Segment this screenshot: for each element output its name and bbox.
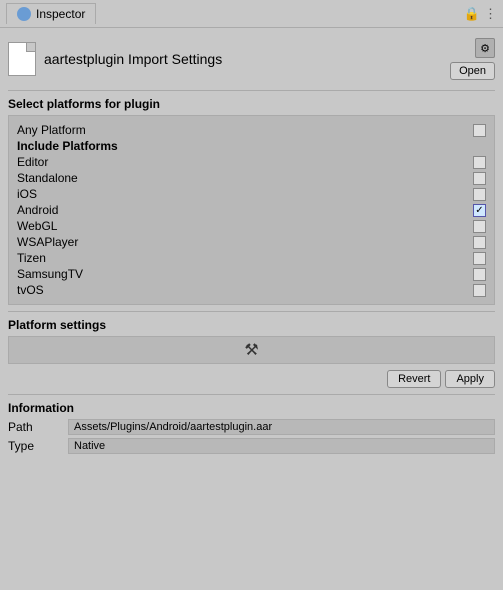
include-platforms-header: Include Platforms [17,138,486,154]
platform-row-android: Android ✓ [17,202,486,218]
any-platform-checkbox[interactable] [473,124,486,137]
info-value-path: Assets/Plugins/Android/aartestplugin.aar [68,419,495,435]
information-section: Information Path Assets/Plugins/Android/… [8,401,495,454]
platform-checkbox-samsungtv[interactable] [473,268,486,281]
platform-checkbox-wsaplayer[interactable] [473,236,486,249]
header-left: aartestplugin Import Settings [8,42,222,76]
platform-checkbox-editor[interactable] [473,156,486,169]
platform-label-samsungtv: SamsungTV [17,267,83,281]
revert-button[interactable]: Revert [387,370,441,388]
any-platform-row: Any Platform [17,122,486,138]
platform-checkbox-webgl[interactable] [473,220,486,233]
info-row-path: Path Assets/Plugins/Android/aartestplugi… [8,419,495,435]
platform-label-ios: iOS [17,187,37,201]
platform-row-wsaplayer: WSAPlayer [17,234,486,250]
main-panel: aartestplugin Import Settings ⚙ Open Sel… [0,28,503,463]
platform-checkbox-tizen[interactable] [473,252,486,265]
platform-row-webgl: WebGL [17,218,486,234]
info-value-type: Native [68,438,495,454]
info-key-type: Type [8,439,68,453]
platform-label-standalone: Standalone [17,171,78,185]
platform-row-tvos: tvOS [17,282,486,298]
platform-label-webgl: WebGL [17,219,57,233]
platform-checkbox-standalone[interactable] [473,172,486,185]
information-title: Information [8,401,495,415]
android-settings-icon: ⚒ [244,340,258,360]
any-platform-label: Any Platform [17,123,86,137]
platforms-section-title: Select platforms for plugin [8,97,495,111]
platform-label-tizen: Tizen [17,251,46,265]
platforms-divider [8,311,495,312]
include-platforms-label: Include Platforms [17,139,118,153]
unlock-icon[interactable]: ⋮ [484,6,497,22]
platforms-section: Select platforms for plugin Any Platform… [8,97,495,305]
platform-row-ios: iOS [17,186,486,202]
header-divider [8,90,495,91]
platforms-box: Any Platform Include Platforms Editor St… [8,115,495,305]
platform-label-wsaplayer: WSAPlayer [17,235,78,249]
platform-label-android: Android [17,203,58,217]
platform-checkbox-tvos[interactable] [473,284,486,297]
info-divider [8,394,495,395]
buttons-row: Revert Apply [8,370,495,388]
platform-label-tvos: tvOS [17,283,44,297]
title-bar-controls: 🔒 ⋮ [464,6,497,22]
platform-settings-title: Platform settings [8,318,495,332]
platform-checkbox-ios[interactable] [473,188,486,201]
platform-row-editor: Editor [17,154,486,170]
apply-button[interactable]: Apply [445,370,495,388]
platform-row-tizen: Tizen [17,250,486,266]
platform-checkbox-android[interactable]: ✓ [473,204,486,217]
inspector-tab-label: Inspector [36,7,85,21]
platform-row-standalone: Standalone [17,170,486,186]
title-bar: Inspector 🔒 ⋮ [0,0,503,28]
inspector-icon [17,7,31,21]
platform-label-editor: Editor [17,155,48,169]
open-button[interactable]: Open [450,62,495,80]
gear-button[interactable]: ⚙ [475,38,495,58]
platform-row-samsungtv: SamsungTV [17,266,486,282]
platform-settings-bar: ⚒ [8,336,495,364]
file-icon [8,42,36,76]
header-row: aartestplugin Import Settings ⚙ Open [8,34,495,84]
info-row-type: Type Native [8,438,495,454]
platform-settings-section: Platform settings ⚒ [8,318,495,364]
info-key-path: Path [8,420,68,434]
inspector-tab[interactable]: Inspector [6,3,96,24]
lock-icon[interactable]: 🔒 [464,6,480,22]
header-title: aartestplugin Import Settings [44,51,222,67]
